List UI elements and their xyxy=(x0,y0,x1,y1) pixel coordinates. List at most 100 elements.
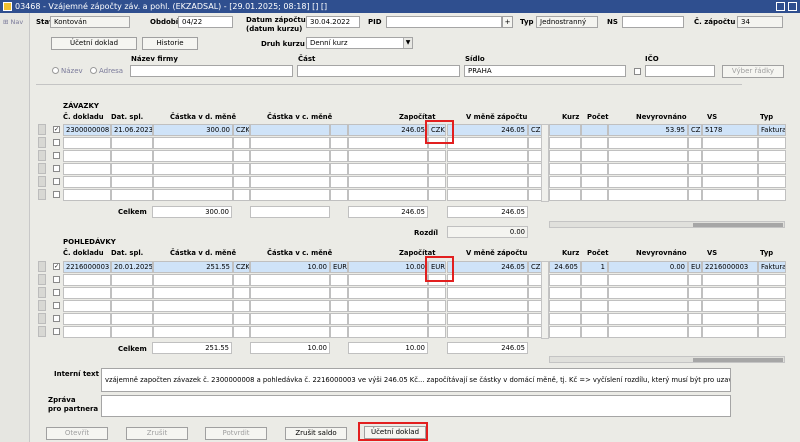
cell-doklad[interactable] xyxy=(63,150,111,162)
cell-nevyrovnano[interactable] xyxy=(608,300,688,312)
cell-mena-nev[interactable] xyxy=(688,176,702,188)
cell-v-mene[interactable] xyxy=(447,176,528,188)
cell-mena-dm[interactable]: CZK xyxy=(233,124,250,136)
historie-button[interactable]: Historie xyxy=(142,37,198,50)
cell-typ[interactable] xyxy=(758,137,786,149)
pid-add-button[interactable]: + xyxy=(502,16,513,28)
cell-pocet[interactable] xyxy=(581,326,608,338)
cell-typ[interactable] xyxy=(758,313,786,325)
cell-doklad[interactable] xyxy=(63,163,111,175)
cell-kurz[interactable] xyxy=(549,137,581,149)
cell-nevyrovnano[interactable]: 53.95 xyxy=(608,124,688,136)
cell-castka-dm[interactable]: 300.00 xyxy=(153,124,233,136)
row-selector[interactable] xyxy=(38,326,46,337)
cell-splatnost[interactable] xyxy=(111,326,153,338)
cell-mena-cm[interactable] xyxy=(330,137,348,149)
cell-zapocitat[interactable] xyxy=(348,313,428,325)
cell-splatnost[interactable] xyxy=(111,300,153,312)
cell-doklad[interactable] xyxy=(63,274,111,286)
cell-mena-nev[interactable] xyxy=(688,150,702,162)
ico-checkbox[interactable] xyxy=(634,68,641,75)
cell-pocet[interactable] xyxy=(581,150,608,162)
cell-pocet[interactable] xyxy=(581,313,608,325)
cell-mena-dm[interactable] xyxy=(233,189,250,201)
zrusit-saldo-button[interactable]: Zrušit saldo xyxy=(285,427,347,440)
cell-mena-zap[interactable] xyxy=(428,189,446,201)
row-checkbox[interactable] xyxy=(53,152,60,159)
cell-castka-cm[interactable]: 10.00 xyxy=(250,261,330,273)
otevrit-button[interactable]: Otevřít xyxy=(46,427,108,440)
cell-castka-cm[interactable] xyxy=(250,163,330,175)
potvrdit-button[interactable]: Potvrdit xyxy=(205,427,267,440)
cell-typ[interactable] xyxy=(758,326,786,338)
row-checkbox[interactable] xyxy=(53,328,60,335)
cell-zapocitat[interactable] xyxy=(348,163,428,175)
cell-castka-cm[interactable] xyxy=(250,326,330,338)
cell-splatnost[interactable] xyxy=(111,274,153,286)
cell-mena-nev[interactable] xyxy=(688,300,702,312)
cell-typ[interactable] xyxy=(758,150,786,162)
cell-kurz[interactable] xyxy=(549,326,581,338)
cell-typ[interactable] xyxy=(758,274,786,286)
cell-nevyrovnano[interactable] xyxy=(608,137,688,149)
nav-link[interactable]: ⊞ Nav xyxy=(3,18,23,26)
cell-zapocitat[interactable] xyxy=(348,300,428,312)
cell-castka-dm[interactable] xyxy=(153,274,233,286)
cell-vs[interactable] xyxy=(702,313,758,325)
cell-mena-dm[interactable] xyxy=(233,137,250,149)
cell-pocet[interactable] xyxy=(581,274,608,286)
row-checkbox[interactable] xyxy=(53,276,60,283)
ucetni-doklad-top-button[interactable]: Účetní doklad xyxy=(51,37,137,50)
cell-nevyrovnano[interactable]: 0.00 xyxy=(608,261,688,273)
cell-splatnost[interactable] xyxy=(111,313,153,325)
cell-vs[interactable] xyxy=(702,300,758,312)
cell-nevyrovnano[interactable] xyxy=(608,176,688,188)
cell-castka-dm[interactable] xyxy=(153,287,233,299)
cell-nevyrovnano[interactable] xyxy=(608,313,688,325)
cell-splatnost[interactable] xyxy=(111,163,153,175)
row-checkbox[interactable] xyxy=(53,191,60,198)
cell-castka-cm[interactable] xyxy=(250,176,330,188)
cell-mena-cm[interactable] xyxy=(330,326,348,338)
cell-pocet[interactable] xyxy=(581,124,608,136)
cell-v-mene[interactable]: 246.05 xyxy=(447,261,528,273)
interni-text-field[interactable]: vzájemně započten závazek č. 2300000008 … xyxy=(101,368,731,392)
cell-mena-cm[interactable] xyxy=(330,274,348,286)
cell-v-mene[interactable] xyxy=(447,150,528,162)
cell-castka-cm[interactable] xyxy=(250,287,330,299)
cell-mena-cm[interactable] xyxy=(330,300,348,312)
cell-castka-cm[interactable] xyxy=(250,137,330,149)
cell-kurz[interactable] xyxy=(549,163,581,175)
cell-mena-zap[interactable] xyxy=(428,313,446,325)
maximize-button[interactable] xyxy=(788,2,797,11)
cell-zapocitat[interactable] xyxy=(348,137,428,149)
cell-doklad[interactable] xyxy=(63,287,111,299)
cell-mena-cm[interactable]: EUR xyxy=(330,261,348,273)
cell-kurz[interactable] xyxy=(549,176,581,188)
row-selector[interactable] xyxy=(38,261,46,272)
cell-vs[interactable] xyxy=(702,274,758,286)
typ-field[interactable]: Jednostranný xyxy=(536,16,598,28)
cell-mena-dm[interactable] xyxy=(233,287,250,299)
cell-typ[interactable] xyxy=(758,163,786,175)
cell-mena-nev[interactable] xyxy=(688,287,702,299)
chevron-down-icon[interactable]: ▼ xyxy=(403,38,412,48)
cell-mena-dm[interactable] xyxy=(233,300,250,312)
cell-mena-zap[interactable] xyxy=(428,300,446,312)
cell-castka-cm[interactable] xyxy=(250,150,330,162)
cell-mena-zap[interactable] xyxy=(428,176,446,188)
cell-kurz[interactable] xyxy=(549,274,581,286)
cell-mena-zap[interactable] xyxy=(428,150,446,162)
cell-castka-cm[interactable] xyxy=(250,274,330,286)
cell-v-mene[interactable] xyxy=(447,326,528,338)
cell-mena-nev[interactable]: CZK xyxy=(688,124,702,136)
cell-pocet[interactable] xyxy=(581,137,608,149)
cell-mena-dm[interactable] xyxy=(233,150,250,162)
row-selector[interactable] xyxy=(38,150,46,161)
cell-v-mene[interactable] xyxy=(447,137,528,149)
cell-nevyrovnano[interactable] xyxy=(608,326,688,338)
radio-nazev[interactable] xyxy=(52,67,59,74)
cell-mena-dm[interactable] xyxy=(233,176,250,188)
cell-pocet[interactable] xyxy=(581,287,608,299)
cell-castka-cm[interactable] xyxy=(250,300,330,312)
